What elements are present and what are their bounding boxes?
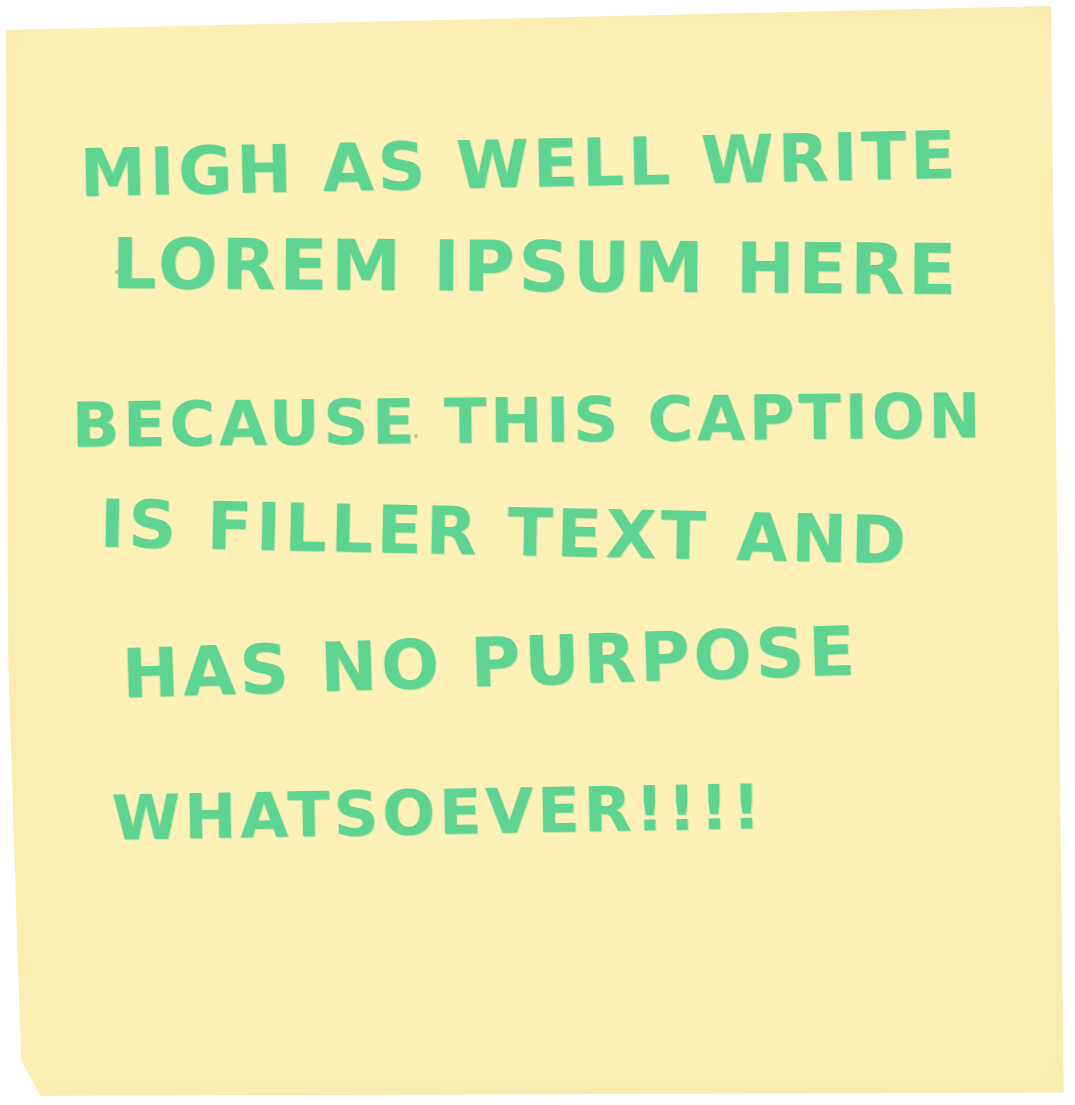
handwritten-line: BECAUSE THIS CAPTION — [71, 379, 985, 462]
handwritten-line: MIGH AS WELL WRITE — [79, 116, 961, 213]
photo-scene: MIGH AS WELL WRITE LOREM IPSUM HERE BECA… — [0, 0, 1075, 1105]
handwritten-line: LOREM IPSUM HERE — [111, 223, 961, 311]
handwritten-line: WHATSOEVER!!!! — [111, 770, 766, 855]
handwritten-line: HAS NO PURPOSE — [120, 612, 861, 715]
handwritten-line: IS FILLER TEXT AND — [99, 485, 911, 580]
handwritten-message: MIGH AS WELL WRITE LOREM IPSUM HERE BECA… — [0, 0, 1075, 1105]
